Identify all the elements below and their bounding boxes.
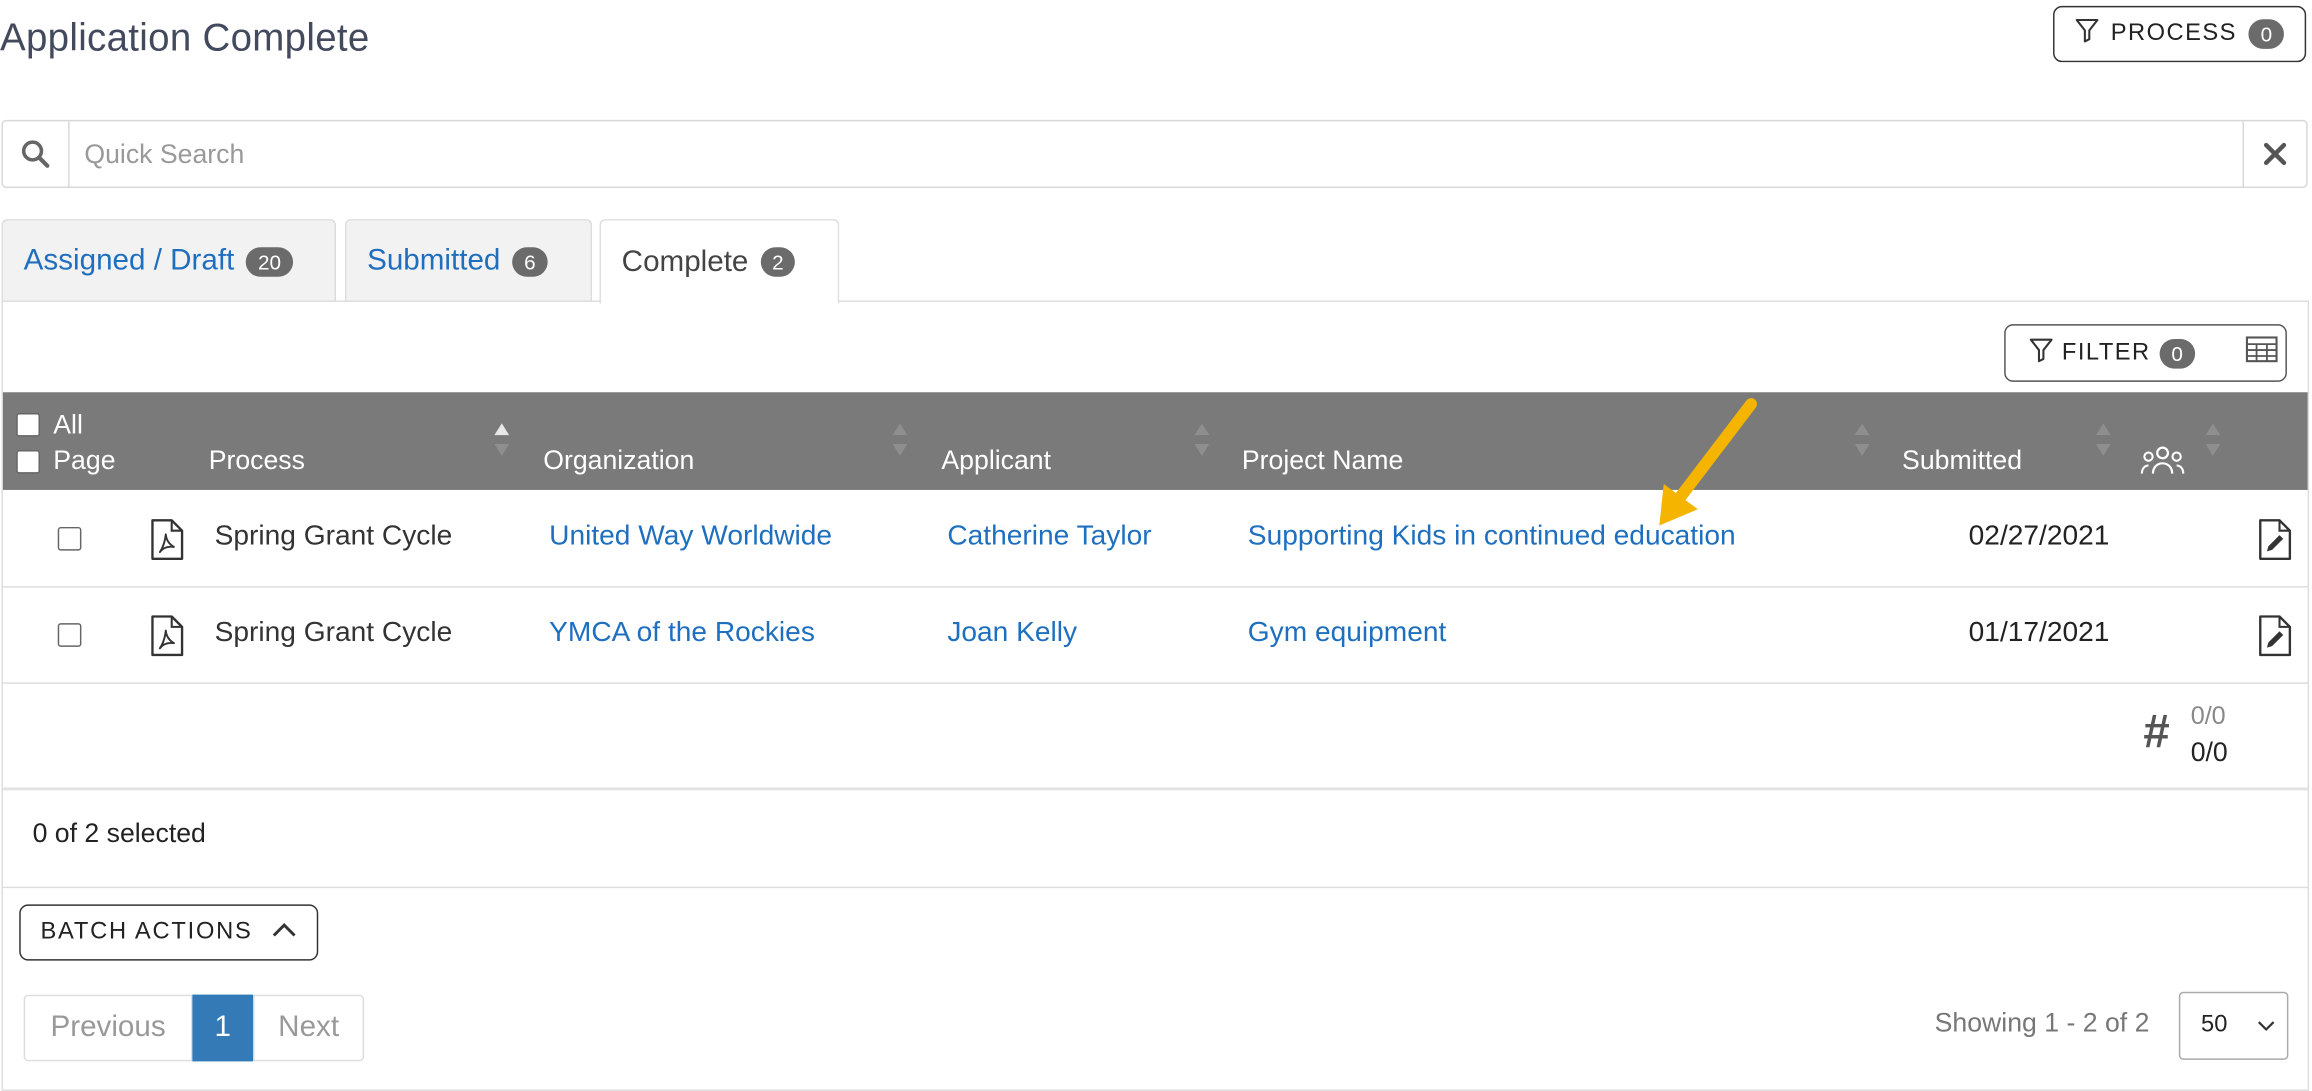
organization-link[interactable]: United Way Worldwide xyxy=(549,521,832,554)
column-header-organization[interactable]: Organization xyxy=(543,446,694,477)
sort-icon[interactable] xyxy=(2205,420,2221,458)
submitted-date-cell: 02/27/2021 xyxy=(1968,521,2110,553)
tab-assigned-draft[interactable]: Assigned / Draft 20 xyxy=(1,219,337,302)
organization-link[interactable]: YMCA of the Rockies xyxy=(549,617,815,650)
process-filter-button[interactable]: PROCESS 0 xyxy=(2053,5,2307,63)
funnel-icon xyxy=(2075,18,2099,51)
process-button-label: PROCESS xyxy=(2110,20,2237,46)
count-bottom: 0/0 xyxy=(2190,737,2228,767)
selection-summary: 0 of 2 selected xyxy=(32,818,206,849)
project-name-link[interactable]: Gym equipment xyxy=(1248,617,1447,650)
group-users-icon[interactable] xyxy=(2140,444,2185,477)
applicant-link[interactable]: Catherine Taylor xyxy=(947,521,1151,554)
quick-search-input[interactable] xyxy=(69,121,2243,187)
count-top: 0/0 xyxy=(2190,701,2226,730)
submitted-date-cell: 01/17/2021 xyxy=(1968,617,2110,649)
pdf-file-icon[interactable] xyxy=(150,518,186,561)
batch-actions-label: BATCH ACTIONS xyxy=(40,919,253,945)
filter-button[interactable]: FILTER 0 xyxy=(2006,337,2237,370)
column-header-submitted[interactable]: Submitted xyxy=(1902,446,2022,477)
quick-search-bar xyxy=(1,119,2308,188)
pagination: Previous 1 Next xyxy=(23,994,365,1062)
row-checkbox[interactable] xyxy=(57,623,82,647)
filter-label: FILTER xyxy=(2061,339,2151,365)
page-title: Application Complete xyxy=(0,14,370,60)
select-page-checkbox[interactable] xyxy=(16,449,40,474)
select-page-label: Page xyxy=(53,445,116,476)
sort-ascending-icon[interactable] xyxy=(494,420,510,458)
table-header: All Page Process Organization Applicant … xyxy=(2,392,2308,490)
page-size-select[interactable]: 50 xyxy=(2178,991,2289,1060)
funnel-icon xyxy=(2029,337,2053,370)
pdf-file-icon[interactable] xyxy=(150,614,186,657)
tab-label: Assigned / Draft xyxy=(23,244,235,277)
column-header-applicant[interactable]: Applicant xyxy=(941,446,1051,477)
process-cell: Spring Grant Cycle xyxy=(214,617,453,649)
tab-complete[interactable]: Complete 2 xyxy=(599,219,840,304)
search-icon xyxy=(3,121,70,187)
previous-page-button[interactable]: Previous xyxy=(23,994,193,1062)
clear-search-icon[interactable] xyxy=(2242,121,2307,187)
process-count-badge: 0 xyxy=(2248,19,2284,49)
showing-range-text: Showing 1 - 2 of 2 xyxy=(1934,1008,2150,1038)
tab-count-badge: 20 xyxy=(246,246,293,277)
row-checkbox[interactable] xyxy=(57,526,82,551)
filter-count-badge: 0 xyxy=(2159,338,2195,368)
table-grid-icon xyxy=(2245,336,2278,370)
table-row[interactable]: Spring Grant Cycle United Way Worldwide … xyxy=(2,490,2308,588)
chevron-down-icon xyxy=(2257,1012,2275,1039)
sort-icon[interactable] xyxy=(1854,420,1870,458)
sort-icon[interactable] xyxy=(1194,420,1210,458)
chevron-up-icon xyxy=(270,919,297,946)
select-all-label: All xyxy=(53,410,83,440)
tab-submitted[interactable]: Submitted 6 xyxy=(344,219,593,302)
applicant-link[interactable]: Joan Kelly xyxy=(947,617,1077,650)
table-row[interactable]: Spring Grant Cycle YMCA of the Rockies J… xyxy=(2,586,2308,684)
filter-toolbar: FILTER 0 xyxy=(2004,324,2287,382)
edit-document-icon[interactable] xyxy=(2257,518,2293,561)
tab-label: Submitted xyxy=(367,244,501,277)
batch-actions-button[interactable]: BATCH ACTIONS xyxy=(19,904,319,961)
annotation-arrow-icon xyxy=(1659,398,1757,526)
sort-icon[interactable] xyxy=(2095,420,2111,458)
tab-count-badge: 2 xyxy=(760,247,796,277)
process-cell: Spring Grant Cycle xyxy=(214,521,453,553)
tab-count-badge: 6 xyxy=(512,246,548,277)
column-chooser-button[interactable] xyxy=(2237,336,2286,370)
page-size-value: 50 xyxy=(2201,1012,2228,1038)
count-hash-symbol: # xyxy=(2143,704,2170,758)
column-header-process[interactable]: Process xyxy=(209,446,305,477)
record-count-row: # 0/0 0/0 xyxy=(2,684,2308,791)
sort-icon[interactable] xyxy=(892,420,908,458)
select-all-checkbox[interactable] xyxy=(16,412,40,437)
next-page-button[interactable]: Next xyxy=(253,994,365,1062)
tab-label: Complete xyxy=(621,244,749,278)
divider xyxy=(2,886,2308,889)
page-1-button[interactable]: 1 xyxy=(192,994,254,1062)
column-header-project-name[interactable]: Project Name xyxy=(1242,446,1403,477)
edit-document-icon[interactable] xyxy=(2257,614,2293,657)
